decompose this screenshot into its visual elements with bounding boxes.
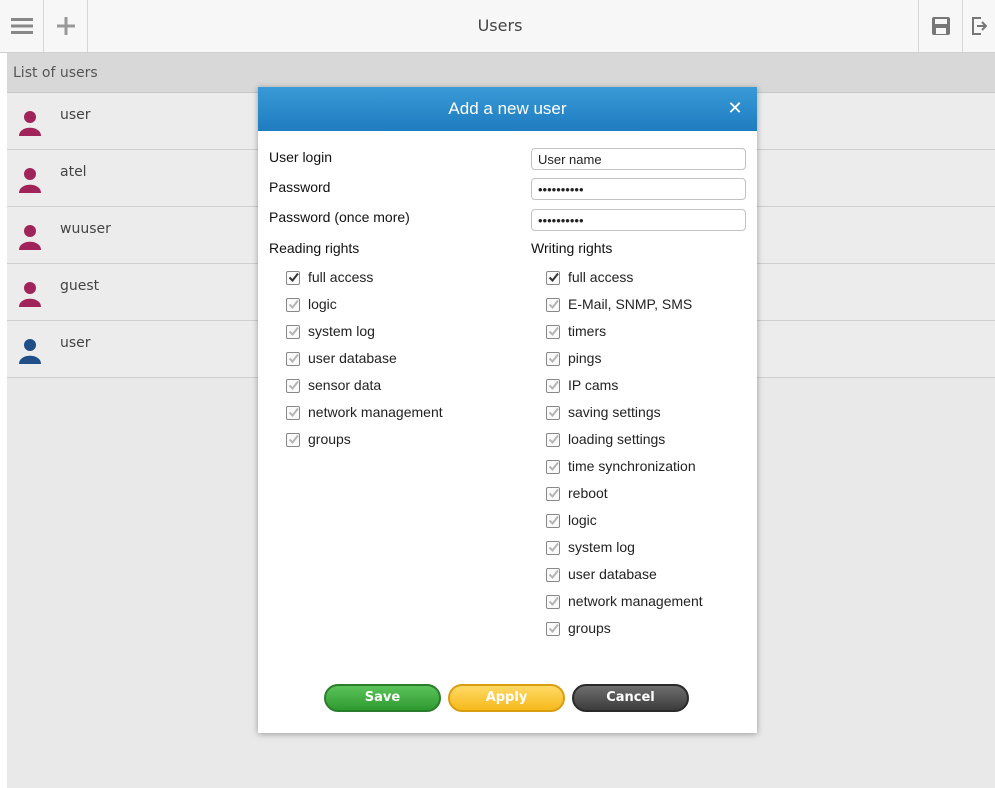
- checkbox-label: user database: [568, 566, 657, 582]
- user-avatar-icon: [18, 338, 42, 364]
- checkbox-label: pings: [568, 350, 602, 366]
- checkbox[interactable]: [546, 568, 560, 582]
- checkbox[interactable]: [546, 514, 560, 528]
- checkbox-label: IP cams: [568, 377, 619, 393]
- save-button[interactable]: Save: [324, 684, 441, 712]
- checkbox-label: time synchronization: [568, 458, 696, 474]
- checkbox-label: network management: [568, 593, 703, 609]
- checkbox-label: groups: [568, 620, 611, 636]
- user-avatar-icon: [18, 281, 42, 307]
- password-again-input[interactable]: [531, 209, 746, 231]
- checkbox-label: groups: [308, 431, 351, 447]
- checkbox-label: logic: [568, 512, 597, 528]
- checkbox-label: sensor data: [308, 377, 382, 393]
- checkbox-label: saving settings: [568, 404, 661, 420]
- checkbox[interactable]: [546, 487, 560, 501]
- user-name: user: [60, 335, 91, 351]
- user-login-label: User login: [269, 149, 333, 165]
- user-avatar-icon: [18, 224, 42, 250]
- save-disk-icon[interactable]: [918, 0, 962, 52]
- password-again-label: Password (once more): [269, 209, 410, 225]
- user-name: user: [60, 107, 91, 123]
- password-label: Password: [269, 179, 331, 195]
- writing-rights-title: Writing rights: [531, 240, 613, 256]
- checkbox-label: E-Mail, SNMP, SMS: [568, 296, 693, 312]
- checkbox-label: system log: [568, 539, 635, 555]
- checkbox-label: loading settings: [568, 431, 666, 447]
- dialog-header: Add a new user ✕: [258, 87, 757, 131]
- dialog-title: Add a new user: [448, 99, 567, 118]
- plus-icon[interactable]: [44, 0, 88, 52]
- checkbox-label: system log: [308, 323, 375, 339]
- checkbox[interactable]: [546, 406, 560, 420]
- cancel-button[interactable]: Cancel: [572, 684, 689, 712]
- checkbox[interactable]: [546, 541, 560, 555]
- reading-rights-title: Reading rights: [269, 240, 360, 256]
- checkbox[interactable]: [286, 298, 300, 312]
- close-icon[interactable]: ✕: [725, 99, 745, 119]
- checkbox[interactable]: [546, 460, 560, 474]
- checkbox[interactable]: [286, 433, 300, 447]
- checkbox[interactable]: [546, 352, 560, 366]
- checkbox-label: full access: [568, 269, 634, 285]
- user-name: atel: [60, 164, 87, 180]
- password-input[interactable]: [531, 178, 746, 200]
- checkbox[interactable]: [546, 622, 560, 636]
- menu-icon[interactable]: [0, 0, 44, 52]
- checkbox[interactable]: [546, 595, 560, 609]
- checkbox-label: full access: [308, 269, 374, 285]
- user-avatar-icon: [18, 167, 42, 193]
- checkbox[interactable]: [286, 379, 300, 393]
- checkbox[interactable]: [546, 379, 560, 393]
- checkbox-label: user database: [308, 350, 397, 366]
- checkbox[interactable]: [546, 298, 560, 312]
- checkbox[interactable]: [546, 325, 560, 339]
- checkbox[interactable]: [286, 325, 300, 339]
- user-login-input[interactable]: [531, 148, 746, 170]
- checkbox[interactable]: [286, 352, 300, 366]
- checkbox[interactable]: [546, 271, 560, 285]
- page-title: Users: [477, 16, 523, 35]
- checkbox-label: logic: [308, 296, 337, 312]
- checkbox-label: reboot: [568, 485, 608, 501]
- checkbox-label: network management: [308, 404, 443, 420]
- logout-icon[interactable]: [962, 0, 995, 52]
- checkbox[interactable]: [286, 406, 300, 420]
- apply-button[interactable]: Apply: [448, 684, 565, 712]
- checkbox-label: timers: [568, 323, 607, 339]
- user-avatar-icon: [18, 110, 42, 136]
- checkbox[interactable]: [286, 271, 300, 285]
- user-name: guest: [60, 278, 100, 294]
- add-user-dialog: Add a new user ✕ User login Password Pas…: [258, 87, 757, 733]
- checkbox[interactable]: [546, 433, 560, 447]
- user-name: wuuser: [60, 221, 111, 237]
- top-toolbar: Users: [0, 0, 995, 53]
